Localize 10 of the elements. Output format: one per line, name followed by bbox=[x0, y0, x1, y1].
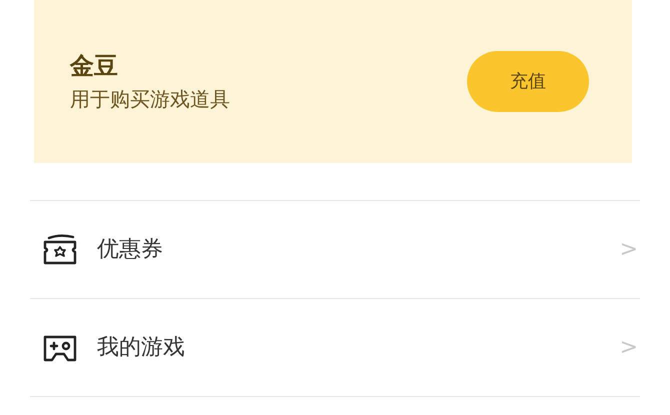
menu-item[interactable]: 优惠券 > bbox=[30, 201, 640, 299]
chevron-icon: > bbox=[620, 331, 638, 364]
banner-subtitle: 用于购买游戏道具 bbox=[70, 87, 230, 112]
menu-label: 我的游戏 bbox=[97, 334, 185, 362]
menu-item[interactable]: 我的游戏 > bbox=[30, 299, 640, 397]
recharge-button[interactable]: 充值 bbox=[467, 51, 589, 112]
banner-title: 金豆 bbox=[70, 51, 119, 81]
menu-label: 优惠券 bbox=[97, 236, 163, 264]
ticket-icon bbox=[42, 234, 78, 266]
chevron-icon: > bbox=[620, 233, 638, 266]
